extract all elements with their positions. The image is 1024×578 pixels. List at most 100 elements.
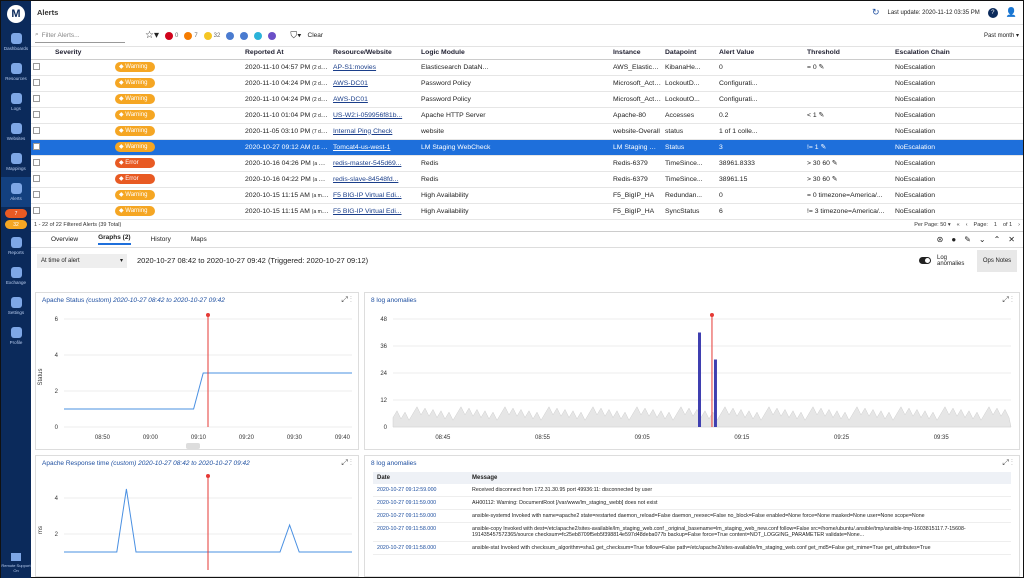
expand-icon[interactable]: ⤢ ⋮ bbox=[1002, 458, 1013, 468]
edit-icon[interactable]: ✎ bbox=[832, 176, 838, 183]
table-row[interactable]: ◆ Warning 2020-10-15 11:15 AM (a month ag… bbox=[31, 203, 1024, 220]
column-header[interactable]: Threshold bbox=[805, 47, 894, 60]
nav-websites[interactable]: Websites bbox=[1, 117, 31, 147]
edit-icon[interactable]: ✎ bbox=[832, 160, 838, 167]
warning-count-badge[interactable]: 32 bbox=[5, 220, 27, 229]
log-col-message[interactable]: Message bbox=[468, 472, 1011, 484]
error-filter[interactable]: 7 bbox=[184, 31, 198, 40]
row-checkbox[interactable] bbox=[33, 126, 40, 134]
column-header[interactable]: Datapoint bbox=[663, 47, 718, 60]
nav-profile[interactable]: Profile bbox=[1, 321, 31, 351]
row-checkbox[interactable] bbox=[33, 174, 40, 182]
row-checkbox[interactable] bbox=[33, 190, 40, 198]
row-checkbox[interactable] bbox=[33, 142, 40, 150]
tab-overview[interactable]: Overview bbox=[51, 236, 78, 243]
tab-graphs[interactable]: Graphs (2) bbox=[98, 234, 131, 245]
table-row[interactable]: ◆ Error 2020-10-16 04:26 PM (a month ago)… bbox=[31, 155, 1024, 172]
row-checkbox[interactable] bbox=[33, 78, 40, 86]
nav-resources[interactable]: Resources bbox=[1, 57, 31, 87]
time-range-select[interactable]: Past month ▾ bbox=[984, 32, 1019, 39]
resource-link[interactable]: redis-master-545d69... bbox=[333, 160, 401, 167]
resource-link[interactable]: redis-slave-84548fd... bbox=[333, 176, 398, 183]
ack-icon[interactable]: ⊛ bbox=[937, 235, 944, 244]
chained-filter[interactable] bbox=[268, 31, 277, 40]
column-header[interactable]: Severity bbox=[53, 47, 244, 60]
help-icon[interactable]: ? bbox=[987, 7, 998, 18]
sdt-filter[interactable] bbox=[240, 31, 249, 40]
remote-support[interactable]: Remote Support On bbox=[1, 553, 31, 573]
refresh-icon[interactable]: ↻ bbox=[872, 7, 880, 18]
chevron-up-icon[interactable]: ⌃ bbox=[994, 235, 1001, 244]
ops-notes-button[interactable]: Ops Notes bbox=[977, 249, 1017, 272]
log-date[interactable]: 2020-10-27 09:11:58.000 bbox=[373, 522, 468, 542]
resource-link[interactable]: Internal Ping Check bbox=[333, 128, 392, 135]
resource-link[interactable]: US-W2:i-059956f81b... bbox=[333, 112, 402, 119]
log-row[interactable]: 2020-10-27 09:11:58.000 ansible-stat Invo… bbox=[373, 541, 1011, 555]
log-anomalies-toggle[interactable] bbox=[919, 257, 931, 264]
tab-history[interactable]: History bbox=[151, 236, 171, 243]
nav-alerts[interactable]: Alerts bbox=[1, 177, 31, 207]
column-header[interactable]: Resource/Website bbox=[331, 47, 420, 60]
star-icon[interactable]: ☆▾ bbox=[145, 30, 159, 41]
log-row[interactable]: 2020-10-27 09:11:59.000 AH00112: Warning:… bbox=[373, 496, 1011, 510]
expand-icon[interactable]: ⤢ ⋮ bbox=[341, 295, 352, 305]
nav-reports[interactable]: Reports bbox=[1, 231, 31, 261]
table-row[interactable]: ◆ Warning 2020-11-10 04:57 PM (2 days ago… bbox=[31, 59, 1024, 76]
row-checkbox[interactable] bbox=[33, 158, 40, 166]
table-row[interactable]: ◆ Error 2020-10-16 04:22 PM (a month ago)… bbox=[31, 171, 1024, 188]
log-date[interactable]: 2020-10-27 09:12:59.000 bbox=[373, 484, 468, 497]
table-row[interactable]: ◆ Warning 2020-11-10 01:04 PM (2 days ago… bbox=[31, 107, 1024, 124]
log-date[interactable]: 2020-10-27 09:11:58.000 bbox=[373, 541, 468, 555]
column-header[interactable]: Escalation Chain bbox=[893, 47, 1024, 60]
edit-icon[interactable]: ✎ bbox=[819, 64, 825, 71]
cleared-filter[interactable] bbox=[254, 31, 263, 40]
funnel-icon[interactable]: ⛉▾ bbox=[290, 30, 301, 41]
resource-link[interactable]: Tomcat4-us-west-1 bbox=[333, 144, 390, 151]
check-circle-icon[interactable]: ● bbox=[951, 235, 956, 244]
first-page-icon[interactable]: « bbox=[957, 222, 960, 228]
page-number-input[interactable]: 1 bbox=[994, 222, 997, 228]
nav-dashboards[interactable]: Dashboards bbox=[1, 27, 31, 57]
edit-icon[interactable]: ✎ bbox=[819, 112, 825, 119]
ack-filter[interactable] bbox=[226, 31, 235, 40]
table-row[interactable]: ◆ Warning 2020-11-10 04:24 PM (2 days ago… bbox=[31, 75, 1024, 92]
close-icon[interactable]: ✕ bbox=[1008, 235, 1015, 244]
column-header[interactable]: Alert Value bbox=[717, 47, 806, 60]
expand-icon[interactable]: ⤢ ⋮ bbox=[341, 458, 352, 468]
row-checkbox[interactable] bbox=[33, 110, 40, 118]
edit-icon[interactable]: ✎ bbox=[820, 144, 826, 151]
row-checkbox[interactable] bbox=[33, 62, 40, 70]
nav-settings[interactable]: Settings bbox=[1, 291, 31, 321]
warning-filter[interactable]: 32 bbox=[203, 31, 220, 40]
error-count-badge[interactable]: 7 bbox=[5, 209, 27, 218]
column-header[interactable]: Instance bbox=[611, 47, 664, 60]
log-row[interactable]: 2020-10-27 09:12:59.000 Received disconne… bbox=[373, 484, 1011, 497]
table-row[interactable]: ◆ Warning 2020-11-10 04:24 PM (2 days ago… bbox=[31, 91, 1024, 108]
chevron-down-icon[interactable]: ⌄ bbox=[979, 235, 986, 244]
clear-button[interactable]: Clear bbox=[308, 32, 324, 39]
per-page-select[interactable]: Per Page: 50 ▾ bbox=[914, 222, 950, 228]
log-col-date[interactable]: Date bbox=[373, 472, 468, 484]
resource-link[interactable]: AWS-DC01 bbox=[333, 96, 368, 103]
table-row[interactable]: ◆ Warning 2020-11-05 03:10 PM (7 days ago… bbox=[31, 123, 1024, 140]
nav-mappings[interactable]: Mappings bbox=[1, 147, 31, 177]
resource-link[interactable]: F5 BIG-IP Virtual Edi... bbox=[333, 192, 402, 199]
resource-link[interactable]: F5 BIG-IP Virtual Edi... bbox=[333, 208, 402, 215]
tab-maps[interactable]: Maps bbox=[191, 236, 207, 243]
edit-icon[interactable]: ✎ bbox=[964, 235, 971, 244]
row-checkbox[interactable] bbox=[33, 206, 40, 214]
resource-link[interactable]: AWS-DC01 bbox=[333, 80, 368, 87]
log-row[interactable]: 2020-10-27 09:11:58.000 ansible-copy Invo… bbox=[373, 522, 1011, 542]
table-row[interactable]: ◆ Warning 2020-10-15 11:15 AM (a month ag… bbox=[31, 187, 1024, 204]
next-page-icon[interactable]: › bbox=[1018, 222, 1020, 228]
nav-exchange[interactable]: Exchange bbox=[1, 261, 31, 291]
row-checkbox[interactable] bbox=[33, 94, 40, 102]
search-input[interactable]: ⌕ Filter Alerts... bbox=[35, 29, 125, 43]
column-header[interactable]: Reported At bbox=[243, 47, 332, 60]
column-header[interactable]: Logic Module bbox=[419, 47, 612, 60]
log-date[interactable]: 2020-10-27 09:11:59.000 bbox=[373, 496, 468, 510]
time-mode-select[interactable]: At time of alert ▾ bbox=[37, 253, 127, 268]
resource-link[interactable]: AP-S1:movies bbox=[333, 64, 376, 71]
user-menu-icon[interactable]: 👤 bbox=[1006, 7, 1017, 18]
table-row[interactable]: ◆ Warning 2020-10-27 09:12 AM (16 days ag… bbox=[31, 139, 1024, 156]
